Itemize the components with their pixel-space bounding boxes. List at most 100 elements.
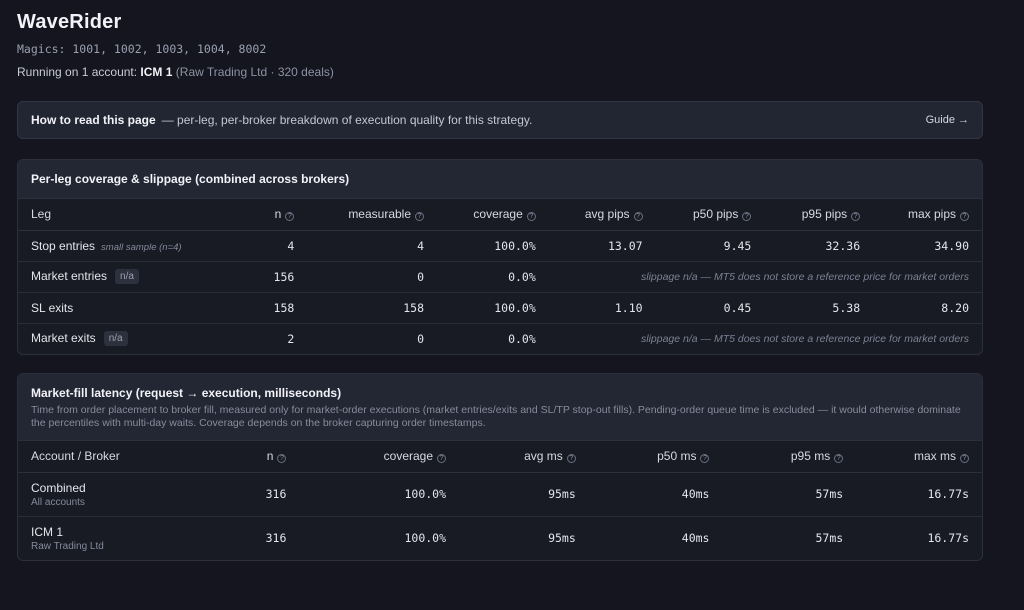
cell-n: 2 — [287, 331, 295, 346]
col-max-pips: max pips? — [873, 199, 982, 231]
latency-title: Market-fill latency (request → execution… — [31, 386, 342, 400]
cell-coverage: 100.0% — [404, 531, 447, 546]
cell-p50: 0.45 — [655, 292, 765, 324]
account-sub: All accounts — [31, 496, 85, 508]
help-icon[interactable]: ? — [834, 454, 844, 464]
na-badge: n/a — [103, 331, 128, 347]
table-row: Combined All accounts 316 100.0% 95ms 40m… — [18, 472, 982, 517]
cell-p95: 32.36 — [764, 230, 874, 262]
coverage-header-row: Leg n? measurable? coverage? avg pips? p… — [18, 199, 982, 231]
cell-measurable: 4 — [307, 230, 438, 262]
table-row: SL exits 158 158 100.0% 1.10 0.45 5.38 8… — [18, 292, 982, 324]
col-avg-ms: avg ms? — [459, 441, 589, 473]
running-accounts: Running on 1 account: ICM 1 (Raw Trading… — [17, 65, 334, 79]
table-row: Market entries n/a 156 0 0.0% slippage n/… — [18, 261, 982, 293]
na-badge: n/a — [115, 269, 139, 284]
slippage-na-note: slippage n/a — MT5 does not store a refe… — [548, 261, 982, 293]
cell-n: 156 — [207, 261, 308, 293]
help-icon[interactable]: ? — [960, 212, 969, 222]
latency-header-row: Account / Broker n? coverage? avg ms? p5… — [18, 441, 982, 473]
help-icon[interactable]: ? — [437, 454, 447, 464]
col-account-broker: Account / Broker — [18, 441, 198, 473]
col-p95-pips: p95 pips? — [764, 199, 874, 231]
col-avg-pips: avg pips? — [548, 199, 656, 231]
help-icon[interactable]: ? — [700, 454, 710, 464]
howto-heading: How to read this page — [31, 113, 156, 127]
cell-measurable: 0 — [417, 331, 425, 346]
cell-avg: 95ms — [459, 472, 589, 517]
table-row: Market exits n/a 2 0 0.0% slippage n/a — … — [18, 323, 982, 354]
page-title: WaveRider — [17, 11, 122, 33]
col-n: n? — [207, 199, 308, 231]
cell-p95: 57ms — [722, 472, 857, 517]
col-coverage: coverage? — [299, 441, 460, 473]
leg-name: Market exits n/a — [18, 323, 208, 354]
help-icon[interactable]: ? — [960, 454, 969, 464]
col-p50-pips: p50 pips? — [655, 199, 765, 231]
leg-name: SL exits — [18, 292, 208, 324]
cell-p50: 9.45 — [655, 230, 765, 262]
cell-n: 158 — [207, 292, 308, 324]
cell-avg: 1.10 — [548, 292, 656, 324]
cell-p50: 40ms — [588, 472, 723, 517]
col-measurable: measurable? — [307, 199, 438, 231]
coverage-card: Per-leg coverage & slippage (combined ac… — [17, 159, 983, 355]
help-icon[interactable]: ? — [415, 212, 425, 222]
help-icon[interactable]: ? — [566, 454, 576, 464]
coverage-title: Per-leg coverage & slippage (combined ac… — [31, 172, 350, 186]
cell-p95: 57ms — [815, 531, 844, 546]
magics-list: Magics: 1001, 1002, 1003, 1004, 8002 — [17, 42, 267, 56]
slippage-na-note: slippage n/a — MT5 does not store a refe… — [641, 332, 969, 345]
howto-text: — per-leg, per-broker breakdown of execu… — [161, 113, 533, 127]
cell-coverage: 0.0% — [437, 261, 549, 293]
guide-link[interactable]: Guide → — [926, 114, 969, 126]
cell-max: 8.20 — [873, 292, 982, 324]
col-coverage: coverage? — [437, 199, 549, 231]
cell-measurable: 158 — [307, 292, 438, 324]
small-sample-tag: small sample (n=4) — [101, 241, 182, 253]
col-max-ms: max ms? — [856, 441, 982, 473]
cell-max: 34.90 — [873, 230, 982, 262]
running-prefix: Running on 1 account: — [17, 65, 141, 79]
help-icon[interactable]: ? — [633, 212, 643, 222]
latency-card-header: Market-fill latency (request → execution… — [18, 374, 982, 441]
account-detail: (Raw Trading Ltd · 320 deals) — [175, 65, 334, 79]
account-cell: ICM 1 Raw Trading Ltd — [18, 516, 198, 560]
col-n: n? — [197, 441, 300, 473]
cell-p95: 5.38 — [764, 292, 874, 324]
cell-coverage: 100.0% — [437, 230, 549, 262]
leg-name: Stop entries small sample (n=4) — [18, 230, 208, 262]
cell-max: 16.77s — [927, 531, 969, 546]
cell-coverage: 100.0% — [437, 292, 549, 324]
latency-description: Time from order placement to broker fill… — [31, 404, 961, 429]
latency-card: Market-fill latency (request → execution… — [17, 373, 983, 561]
account-sub: Raw Trading Ltd — [31, 540, 104, 552]
cell-avg: 95ms — [548, 531, 576, 546]
coverage-table: Leg n? measurable? coverage? avg pips? p… — [18, 199, 982, 354]
help-icon[interactable]: ? — [526, 212, 536, 222]
account-cell: Combined All accounts — [18, 472, 198, 517]
account-name: ICM 1 — [140, 65, 173, 79]
cell-n: 316 — [197, 472, 300, 517]
coverage-card-header: Per-leg coverage & slippage (combined ac… — [18, 160, 982, 199]
cell-n: 316 — [265, 531, 287, 546]
cell-p50: 40ms — [681, 531, 710, 546]
latency-table: Account / Broker n? coverage? avg ms? p5… — [18, 441, 982, 560]
table-row: Stop entries small sample (n=4) 4 4 100.0… — [18, 230, 982, 262]
cell-n: 4 — [207, 230, 308, 262]
help-icon[interactable]: ? — [285, 212, 295, 222]
cell-coverage: 0.0% — [508, 331, 536, 346]
table-row: ICM 1 Raw Trading Ltd 316 100.0% 95ms 40m… — [18, 516, 982, 560]
cell-measurable: 0 — [307, 261, 438, 293]
how-to-read-banner: How to read this page — per-leg, per-bro… — [17, 101, 983, 139]
cell-coverage: 100.0% — [299, 472, 460, 517]
help-icon[interactable]: ? — [851, 212, 861, 222]
leg-name: Market entries n/a — [18, 261, 208, 293]
cell-max: 16.77s — [856, 472, 982, 517]
help-icon[interactable]: ? — [742, 212, 752, 222]
col-p50-ms: p50 ms? — [588, 441, 723, 473]
col-p95-ms: p95 ms? — [722, 441, 857, 473]
cell-avg: 13.07 — [548, 230, 656, 262]
help-icon[interactable]: ? — [277, 454, 287, 464]
col-leg: Leg — [18, 199, 208, 231]
